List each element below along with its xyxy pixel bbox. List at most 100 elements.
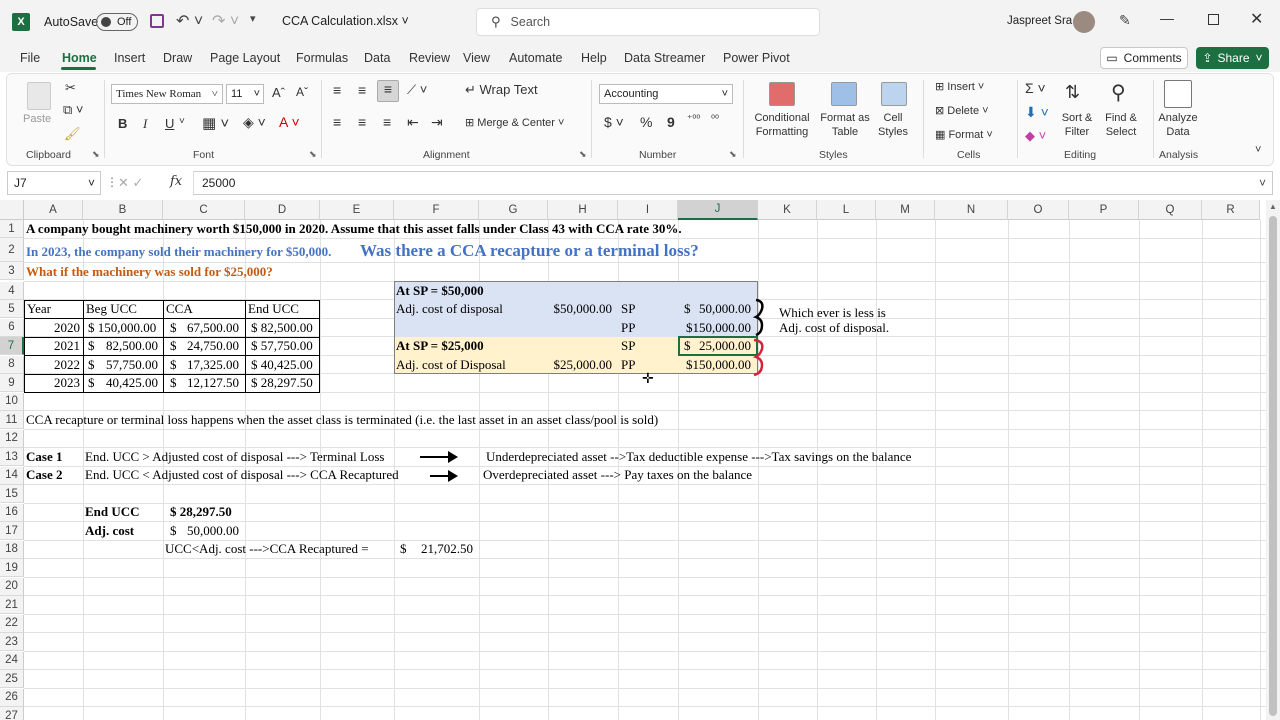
column-header[interactable]: G — [479, 200, 548, 220]
row-header[interactable]: 5 — [0, 300, 24, 318]
cell-styles-button[interactable]: Cell Styles — [871, 111, 915, 139]
pen-icon[interactable]: ✎ — [1119, 12, 1131, 29]
problem-statement[interactable]: A company bought machinery worth $150,00… — [26, 220, 682, 238]
row-header[interactable]: 14 — [0, 466, 24, 485]
what-if-question[interactable]: What if the machinery was sold for $25,0… — [26, 263, 273, 281]
table-header[interactable]: End UCC — [248, 300, 299, 318]
table-cell[interactable]: $ — [170, 356, 177, 374]
row-header[interactable]: 4 — [0, 282, 24, 300]
sort-filter-icon[interactable]: ⇅ — [1065, 82, 1080, 103]
row-header[interactable]: 2 — [0, 238, 24, 263]
table-cell[interactable]: 2022 — [24, 356, 80, 374]
align-center-icon[interactable]: ≡ — [358, 114, 366, 130]
column-header[interactable]: Q — [1139, 200, 1202, 220]
cut-icon[interactable]: ✂ — [65, 80, 76, 96]
column-header[interactable]: D — [245, 200, 320, 220]
align-right-icon[interactable]: ≡ — [383, 114, 391, 130]
tab-review[interactable]: Review — [409, 51, 450, 65]
insert-cells-button[interactable]: ⊞ Insert ˅ — [935, 80, 984, 93]
close-icon[interactable]: ✕ — [1250, 9, 1263, 29]
row-header[interactable]: 27 — [0, 707, 24, 720]
case1-rule[interactable]: End. UCC > Adjusted cost of disposal ---… — [85, 448, 385, 466]
row-header[interactable]: 25 — [0, 670, 24, 688]
column-header[interactable]: H — [548, 200, 618, 220]
fill-icon[interactable]: ⬇ ˅ — [1025, 104, 1049, 121]
sale-statement[interactable]: In 2023, the company sold their machiner… — [26, 243, 331, 261]
recapture-value[interactable]: 21,702.50 — [410, 540, 473, 558]
row-header[interactable]: 21 — [0, 596, 24, 614]
table-cell[interactable]: 17,325.00 — [180, 356, 239, 374]
row-header[interactable]: 16 — [0, 503, 24, 522]
clear-icon[interactable]: ◆ ˅ — [1025, 128, 1046, 144]
formula-input[interactable]: 25000 ˅ — [193, 171, 1273, 195]
row-header[interactable]: 26 — [0, 688, 24, 707]
insert-function-button[interactable]: fx — [170, 174, 182, 189]
question-heading[interactable]: Was there a CCA recapture or a terminal … — [360, 240, 699, 262]
tab-view[interactable]: View — [463, 51, 490, 65]
tab-page-layout[interactable]: Page Layout — [210, 51, 280, 65]
find-select-button[interactable]: Find & Select — [1099, 111, 1143, 139]
minimize-icon[interactable]: — — [1160, 10, 1174, 26]
autosave-toggle[interactable]: Off — [96, 13, 138, 31]
table-cell[interactable]: 24,750.00 — [180, 337, 239, 355]
row-header[interactable]: 9 — [0, 374, 24, 392]
sort-filter-button[interactable]: Sort & Filter — [1057, 111, 1097, 139]
row-header[interactable]: 19 — [0, 559, 24, 577]
adj-cost-value[interactable]: 50,000.00 — [180, 522, 239, 540]
font-name-select[interactable]: Times New Roman ˅ — [111, 84, 223, 104]
decrease-indent-icon[interactable]: ⇤ — [407, 114, 419, 131]
analyze-data-button[interactable]: Analyze Data — [1155, 111, 1201, 139]
end-ucc-value[interactable]: $ 28,297.50 — [170, 503, 232, 521]
table-cell[interactable]: 12,127.50 — [180, 374, 239, 392]
column-header[interactable]: E — [320, 200, 394, 220]
table-cell[interactable]: $ — [88, 337, 95, 355]
table-cell[interactable]: $ — [88, 356, 95, 374]
increase-font-icon[interactable]: Aˆ — [272, 85, 285, 100]
row-header[interactable]: 12 — [0, 429, 24, 448]
font-size-select[interactable]: 11 ˅ — [226, 84, 264, 104]
wrap-text-button[interactable]: ↵ Wrap Text — [465, 82, 538, 98]
row-header[interactable]: 8 — [0, 355, 24, 374]
file-title[interactable]: CCA Calculation.xlsx ˅ — [282, 14, 409, 28]
select-all-corner[interactable] — [0, 200, 24, 220]
clipboard-launcher-icon[interactable]: ⬊ — [92, 149, 100, 160]
name-box[interactable]: J7 ˅ — [7, 171, 101, 195]
spreadsheet-grid[interactable]: A B C D E F G H I J K L M N O P Q R 1 2 … — [0, 200, 1266, 720]
recapture-formula-label[interactable]: UCC<Adj. cost --->CCA Recaptured = — [165, 540, 369, 558]
cell-styles-icon[interactable] — [881, 82, 907, 106]
format-painter-icon[interactable]: 🖌 — [64, 126, 81, 142]
decrease-decimal-icon[interactable]: ⁰⁰ — [711, 114, 719, 125]
pp-label[interactable]: PP — [621, 356, 635, 374]
sp50-heading[interactable]: At SP = $50,000 — [396, 282, 484, 300]
column-header-selected[interactable]: J — [678, 200, 758, 220]
table-header[interactable]: Year — [27, 300, 51, 318]
autosum-icon[interactable]: Σ ˅ — [1025, 80, 1046, 96]
search-input[interactable]: ⚲ Search — [476, 8, 820, 36]
bold-button[interactable]: B — [118, 116, 127, 131]
tab-automate[interactable]: Automate — [509, 51, 563, 65]
recapture-currency[interactable]: $ — [400, 540, 407, 558]
table-header[interactable]: Beg UCC — [86, 300, 137, 318]
row-header[interactable]: 18 — [0, 540, 24, 559]
comma-style-button[interactable]: 9 — [667, 114, 675, 130]
sp-value[interactable]: 25,000.00 — [690, 337, 751, 355]
customize-qat-icon[interactable]: ▾ — [250, 12, 256, 25]
column-header[interactable]: B — [83, 200, 163, 220]
adj-cost-label[interactable]: Adj. cost — [85, 522, 134, 540]
row-header[interactable]: 15 — [0, 485, 24, 503]
delete-cells-button[interactable]: ⊠ Delete ˅ — [935, 104, 989, 117]
tab-insert[interactable]: Insert — [114, 51, 145, 65]
adj-cost-value[interactable]: $25,000.00 — [540, 356, 613, 374]
tab-data[interactable]: Data — [364, 51, 390, 65]
end-ucc-label[interactable]: End UCC — [85, 503, 140, 521]
align-middle-icon[interactable]: ≡ — [358, 82, 366, 98]
row-header[interactable]: 1 — [0, 220, 24, 238]
align-bottom-icon[interactable]: ≡ — [377, 80, 399, 102]
table-cell[interactable]: 57,750.00 — [100, 356, 158, 374]
number-format-select[interactable]: Accounting ˅ — [599, 84, 733, 104]
column-header[interactable]: F — [394, 200, 479, 220]
case2-rule[interactable]: End. UCC < Adjusted cost of disposal ---… — [85, 466, 399, 484]
column-header[interactable]: L — [817, 200, 876, 220]
column-header[interactable]: N — [935, 200, 1008, 220]
avatar[interactable] — [1073, 11, 1095, 33]
